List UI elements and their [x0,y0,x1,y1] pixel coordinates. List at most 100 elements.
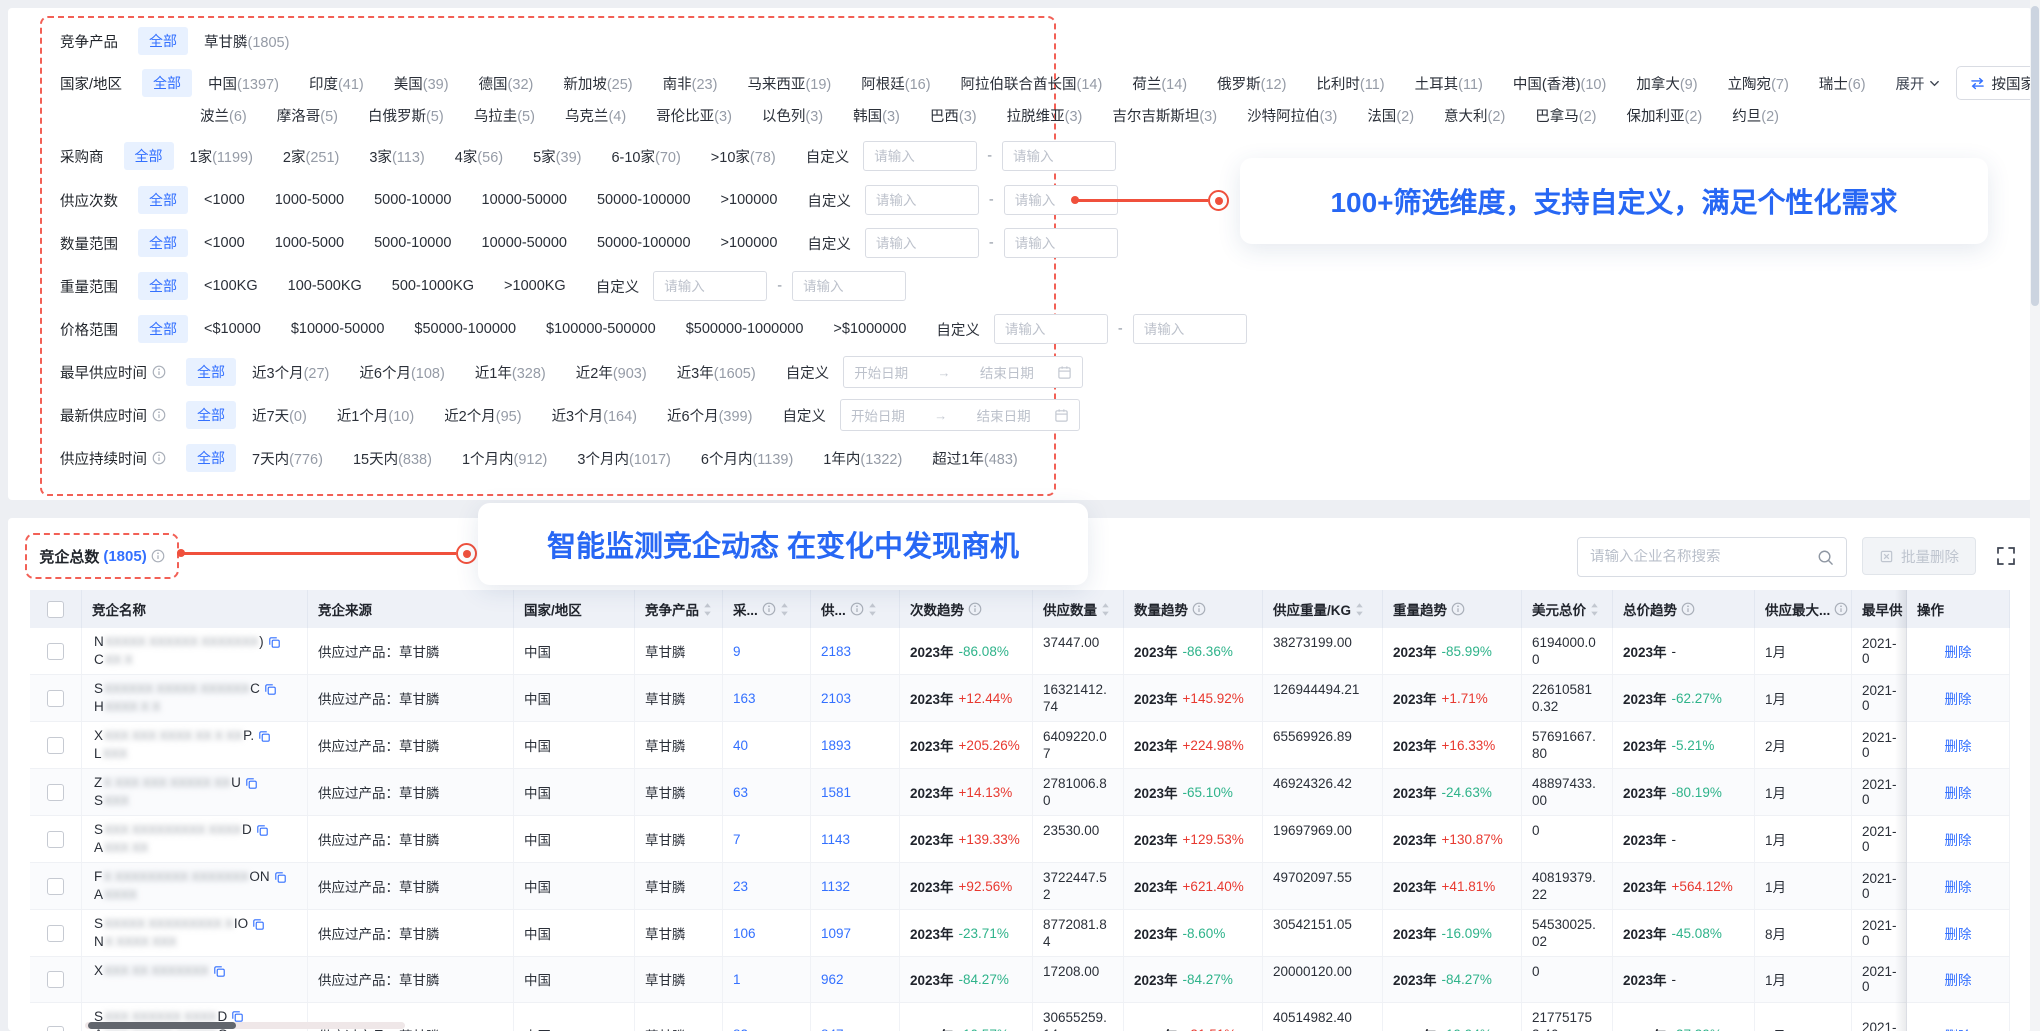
filter-option[interactable]: 1000-5000 [275,192,344,208]
delete-link[interactable]: 删除 [1945,969,1972,989]
range-min-input[interactable] [865,228,979,258]
filter-option[interactable]: 意大利(2) [1444,105,1505,126]
filter-option[interactable]: 5000-10000 [374,192,451,208]
filter-option[interactable]: 1000-5000 [275,235,344,251]
delete-link[interactable]: 删除 [1945,923,1972,943]
select-all-checkbox[interactable] [47,601,64,618]
filter-option[interactable]: 1家(1199) [190,146,253,167]
filter-option[interactable]: 6-10家(70) [611,146,680,167]
filter-option[interactable]: 乌克兰(4) [565,105,626,126]
table-header-供应重量/KG[interactable]: 供应重量/KG [1263,590,1383,628]
filter-option[interactable]: 波兰(6) [200,105,247,126]
filter-option[interactable]: 近6个月(399) [667,405,752,426]
range-min-input[interactable] [994,314,1108,344]
supply-count-link[interactable]: 1893 [821,738,851,753]
filter-option[interactable]: 土耳其(11) [1415,73,1483,94]
buyers-count-link[interactable]: 82 [733,1027,748,1031]
sort-icon[interactable] [703,602,712,617]
filter-option[interactable]: 50000-100000 [597,192,691,208]
sort-icon[interactable] [1101,602,1110,617]
filter-option[interactable]: 韩国(3) [853,105,900,126]
range-min-input[interactable] [863,141,977,171]
filter-option[interactable]: 1个月内(912) [462,448,547,469]
filter-option[interactable]: 100-500KG [288,278,362,294]
filter-option[interactable]: 近2年(903) [576,362,647,383]
filter-all-chip[interactable]: 全部 [186,358,236,386]
row-checkbox[interactable] [47,643,64,660]
filter-option[interactable]: $50000-100000 [414,321,516,337]
filter-option[interactable]: 1年内(1322) [823,448,902,469]
copy-icon[interactable] [245,777,258,790]
filter-option[interactable]: 乌拉圭(5) [474,105,535,126]
buyers-count-link[interactable]: 1 [733,972,741,987]
table-header-供应数量[interactable]: 供应数量 [1033,590,1124,628]
date-range-picker[interactable]: 开始日期→结束日期 [840,399,1080,431]
table-header-采...[interactable]: 采... [723,590,811,628]
filter-option[interactable]: 近3年(1605) [677,362,756,383]
filter-option[interactable]: $100000-500000 [546,321,656,337]
range-max-input[interactable] [792,271,906,301]
delete-link[interactable]: 删除 [1945,829,1972,849]
filter-option[interactable]: 近3个月(164) [552,405,637,426]
buyers-count-link[interactable]: 40 [733,738,748,753]
filter-option[interactable]: 拉脱维亚(3) [1007,105,1083,126]
row-checkbox[interactable] [47,878,64,895]
row-checkbox[interactable] [47,690,64,707]
table-header-竞争产品[interactable]: 竞争产品 [635,590,723,628]
filter-option[interactable]: 以色列(3) [762,105,823,126]
filter-option[interactable]: >10家(78) [711,146,776,167]
filter-custom-option[interactable]: 自定义 [596,276,640,297]
batch-delete-button[interactable]: 批量删除 [1862,537,1976,575]
filter-all-chip[interactable]: 全部 [138,27,188,55]
filter-option[interactable]: 新加坡(25) [563,73,632,94]
filter-option[interactable]: 南非(23) [663,73,718,94]
supply-count-link[interactable]: 2183 [821,644,851,659]
filter-option[interactable]: 吉尔吉斯斯坦(3) [1112,105,1217,126]
search-icon[interactable] [1817,549,1834,566]
filter-option[interactable]: <1000 [204,192,245,208]
delete-link[interactable]: 删除 [1945,1025,1972,1031]
filter-option[interactable]: 7天内(776) [252,448,323,469]
supply-count-link[interactable]: 1132 [821,879,850,894]
filter-option[interactable]: 瑞士(6) [1819,73,1866,94]
copy-icon[interactable] [268,636,281,649]
supply-count-link[interactable]: 847 [821,1027,844,1031]
sort-icon[interactable] [1355,602,1364,617]
filter-option[interactable]: 10000-50000 [482,192,567,208]
supply-count-link[interactable]: 1581 [821,785,851,800]
row-checkbox[interactable] [47,737,64,754]
filter-option[interactable]: 保加利亚(2) [1627,105,1703,126]
buyers-count-link[interactable]: 63 [733,785,748,800]
copy-icon[interactable] [258,730,271,743]
filter-option[interactable]: 3家(113) [369,146,424,167]
filter-option[interactable]: >1000KG [504,278,566,294]
filter-all-chip[interactable]: 全部 [142,69,192,97]
range-max-input[interactable] [1133,314,1247,344]
filter-option[interactable]: 4家(56) [455,146,503,167]
filter-option[interactable]: 巴拿马(2) [1535,105,1596,126]
delete-link[interactable]: 删除 [1945,688,1972,708]
filter-option[interactable]: 近3个月(27) [252,362,329,383]
filter-all-chip[interactable]: 全部 [138,315,188,343]
buyers-count-link[interactable]: 163 [733,691,756,706]
filter-option[interactable]: 摩洛哥(5) [277,105,338,126]
filter-option[interactable]: 俄罗斯(12) [1217,73,1286,94]
search-input[interactable] [1578,549,1817,565]
sort-icon[interactable] [780,602,789,617]
table-header-美元总价[interactable]: 美元总价 [1522,590,1613,628]
fullscreen-icon[interactable] [1996,546,2017,567]
row-checkbox[interactable] [47,971,64,988]
buyers-count-link[interactable]: 7 [733,832,741,847]
filter-option[interactable]: 马来西亚(19) [747,73,831,94]
filter-option[interactable]: 近1年(328) [475,362,546,383]
row-checkbox[interactable] [47,784,64,801]
filter-option[interactable]: 5家(39) [533,146,581,167]
range-max-input[interactable] [1002,141,1116,171]
sort-icon[interactable] [868,602,877,617]
filter-option[interactable]: 比利时(11) [1316,73,1384,94]
copy-icon[interactable] [264,683,277,696]
range-min-input[interactable] [865,185,979,215]
delete-link[interactable]: 删除 [1945,735,1972,755]
filter-custom-option[interactable]: 自定义 [807,190,851,211]
delete-link[interactable]: 删除 [1945,876,1972,896]
